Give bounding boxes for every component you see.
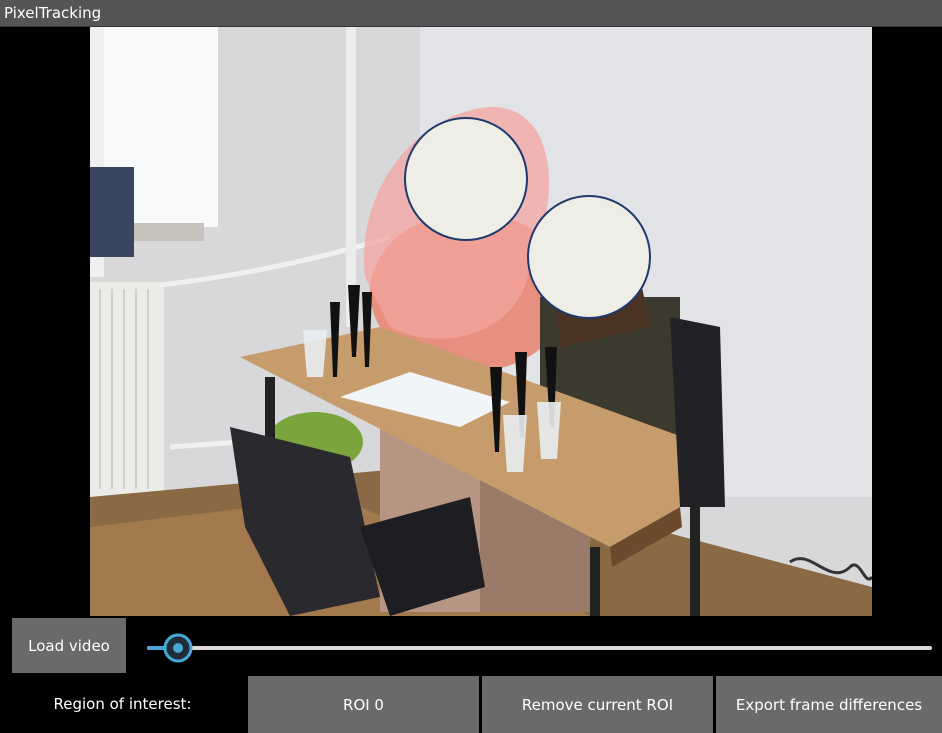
timeline-slider-track[interactable] [147,646,932,650]
roi-label: Region of interest: [53,694,192,713]
video-area [0,27,942,616]
remove-roi-button[interactable]: Remove current ROI [482,676,713,733]
export-frame-differences-button[interactable]: Export frame differences [716,676,942,733]
load-video-button[interactable]: Load video [12,618,126,673]
playback-controls: Load video [0,616,942,674]
video-frame[interactable] [90,27,872,616]
roi-controls: Region of interest: ROI 0 Remove current… [0,674,942,733]
window-title: PixelTracking [4,4,102,22]
title-bar: PixelTracking [0,0,942,27]
video-scene [90,27,872,616]
roi-select-button[interactable]: ROI 0 [248,676,479,733]
timeline-slider-handle[interactable] [163,633,193,663]
